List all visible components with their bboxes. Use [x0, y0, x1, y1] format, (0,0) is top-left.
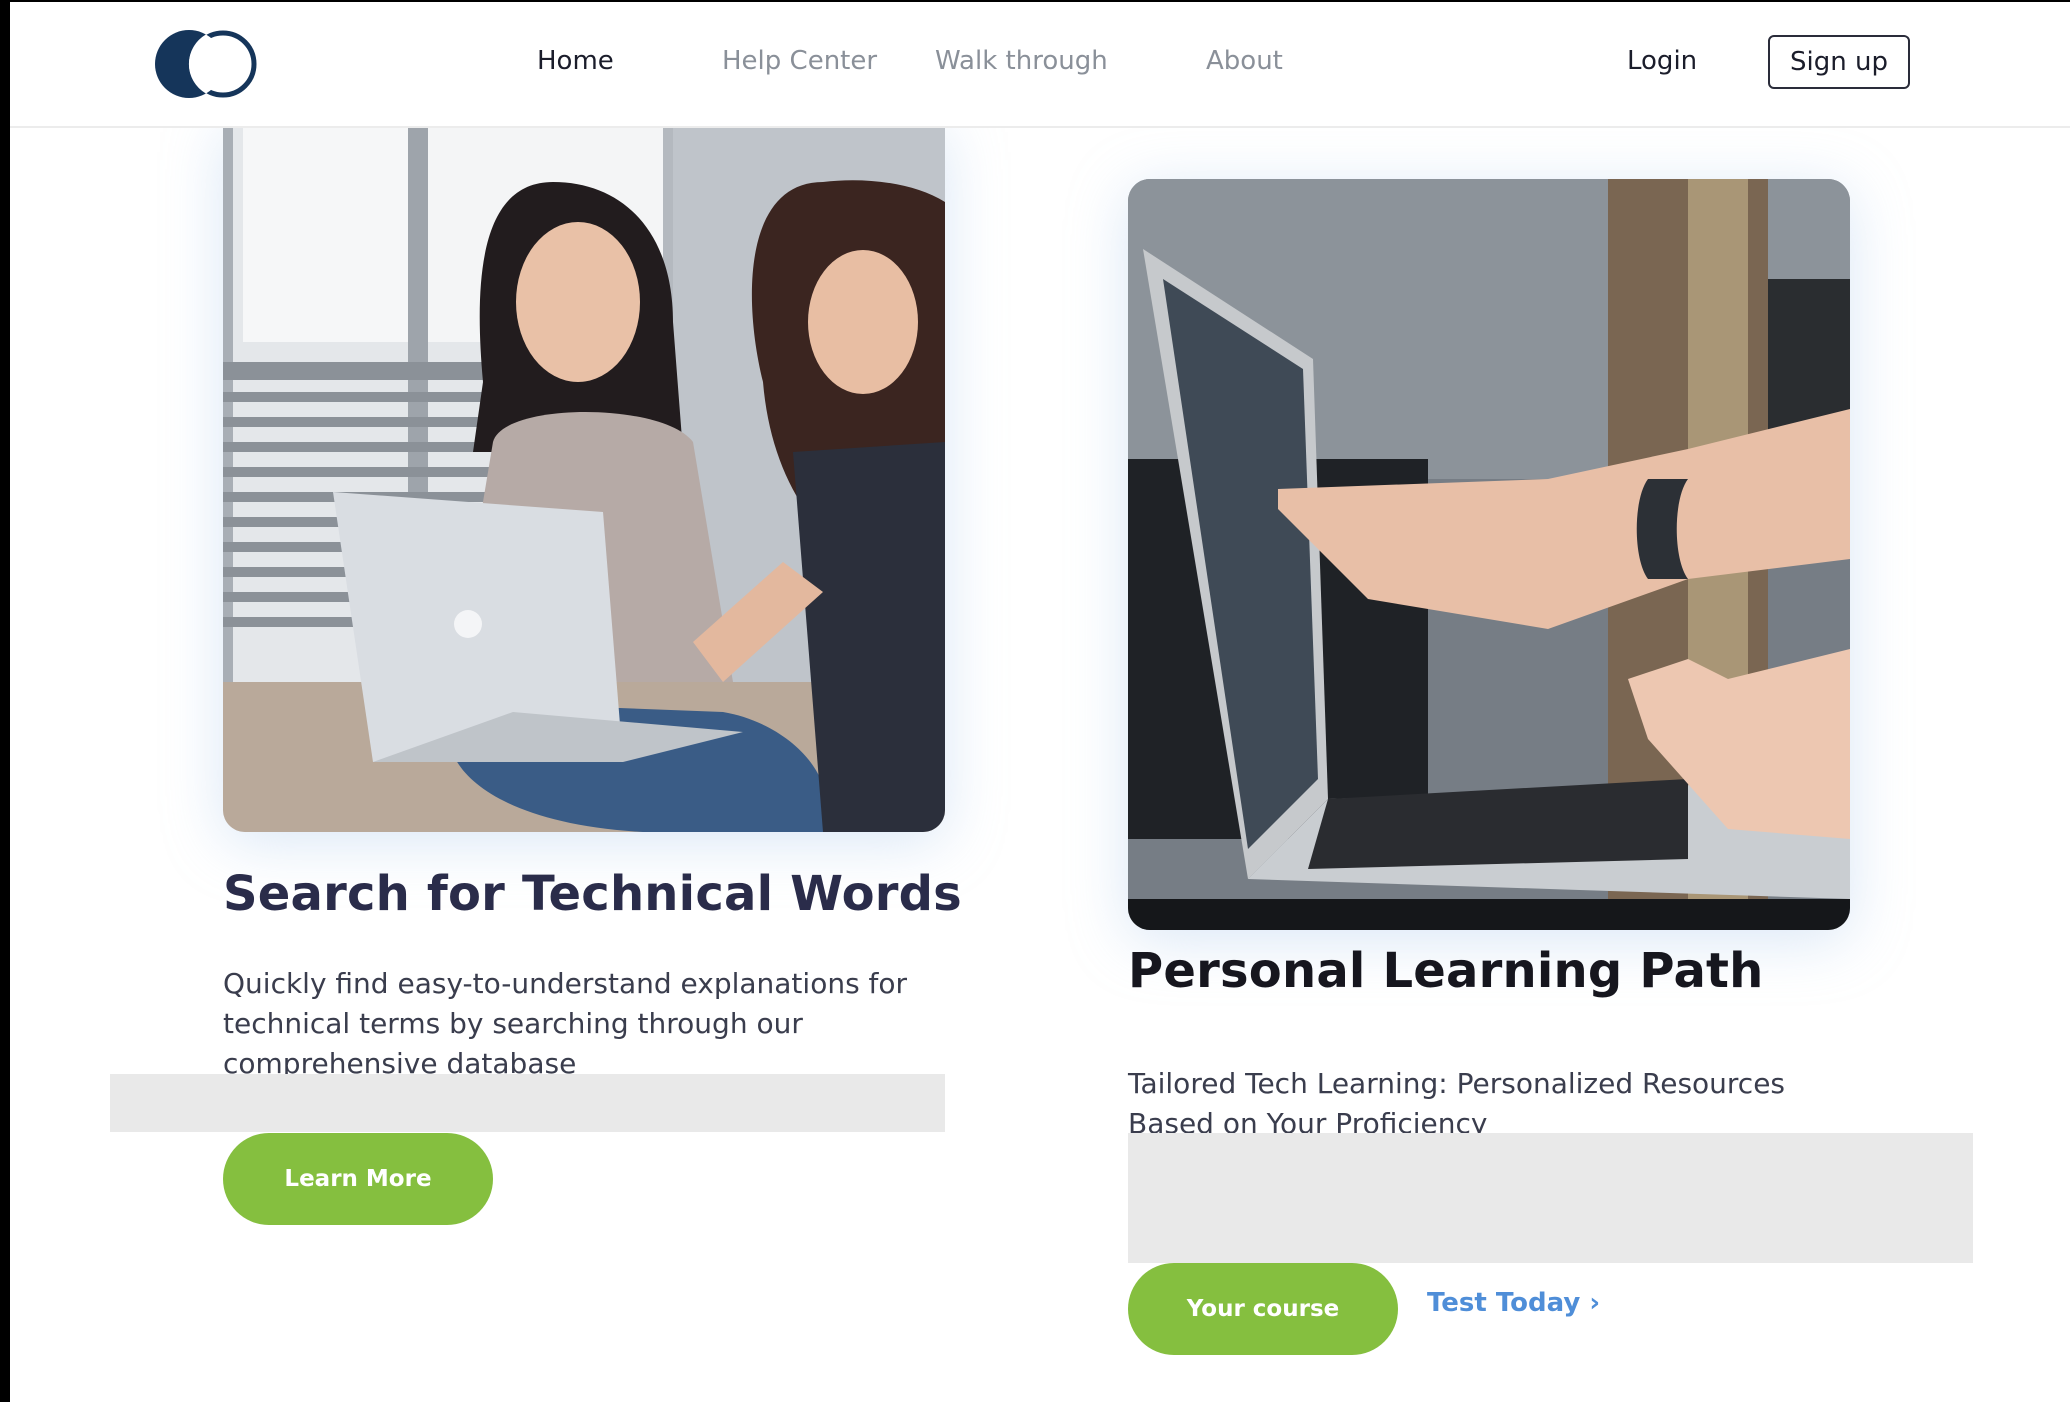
- placeholder-bar: [1128, 1133, 1973, 1263]
- signup-button[interactable]: Sign up: [1768, 35, 1910, 89]
- nav-about[interactable]: About: [1206, 46, 1283, 76]
- card-title-search: Search for Technical Words: [223, 866, 962, 922]
- hands-pointing-at-laptop-photo: [1128, 179, 1850, 930]
- logo-icon[interactable]: [149, 28, 261, 100]
- card-title-learning-path: Personal Learning Path: [1128, 943, 1764, 999]
- login-link[interactable]: Login: [1627, 46, 1697, 76]
- students-with-laptop-photo: [223, 122, 945, 832]
- nav-help-center[interactable]: Help Center: [722, 46, 877, 76]
- page: Home Help Center Walk through About Logi…: [10, 2, 2070, 1402]
- placeholder-bar: [110, 1074, 945, 1132]
- nav-home[interactable]: Home: [537, 46, 614, 76]
- test-today-link[interactable]: Test Today ›: [1427, 1288, 1600, 1318]
- learn-more-button[interactable]: Learn More: [223, 1133, 493, 1225]
- card-description-learning-path: Tailored Tech Learning: Personalized Res…: [1128, 1067, 1786, 1140]
- nav-walk-through[interactable]: Walk through: [935, 46, 1108, 76]
- card-description-search: Quickly find easy-to-understand explanat…: [223, 967, 908, 1080]
- your-course-button[interactable]: Your course: [1128, 1263, 1398, 1355]
- top-nav: Home Help Center Walk through About Logi…: [10, 2, 2070, 128]
